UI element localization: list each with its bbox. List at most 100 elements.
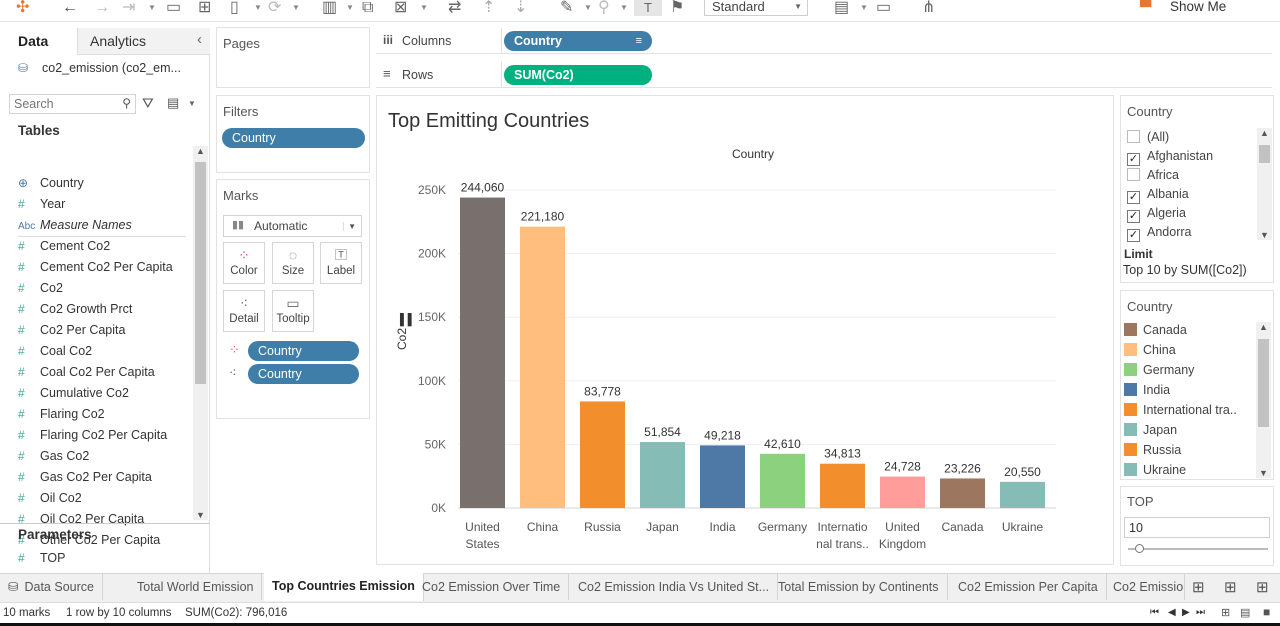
detail-button[interactable]: ⁖ Detail [223,290,265,332]
field-item[interactable]: # Flaring Co2 Per Capita [18,425,167,445]
sort-icon[interactable]: ▐▐ [396,312,412,327]
tableau-logo-icon[interactable]: ✣ [16,0,29,16]
field-item[interactable]: # Coal Co2 Per Capita [18,362,155,382]
share-icon[interactable]: ⋔ [922,0,935,16]
bar[interactable] [460,197,505,509]
filter-pill-country[interactable]: Country [222,128,365,148]
field-item[interactable]: ⊕ Country [18,173,84,193]
group-icon[interactable]: ⚲ [598,0,610,16]
legend-item[interactable]: International tra.. [1124,400,1237,420]
new-datasource-icon[interactable]: ⊞ [198,0,211,16]
legend-item[interactable]: Japan [1124,420,1177,440]
bar[interactable] [1000,481,1045,508]
bar[interactable] [820,463,865,508]
last-page-icon[interactable]: ⏭ [1196,607,1205,618]
new-story-icon[interactable]: ⊞ [1256,578,1269,596]
x-tick-label[interactable]: Russia [584,520,621,534]
field-item[interactable]: # Oil Co2 Per Capita [18,509,144,529]
pin-icon[interactable]: ⚑ [670,0,684,16]
top-parameter-input[interactable] [1124,517,1270,538]
field-search[interactable]: ⚲ [9,94,136,114]
scroll-down-icon[interactable]: ▼ [1260,230,1269,240]
grid-view-icon[interactable]: ⊞ [1221,606,1230,619]
new-dashboard-icon[interactable]: ⊞ [1224,578,1237,596]
new-worksheet-icon[interactable]: ⊞ [1192,578,1205,596]
scroll-up-icon[interactable]: ▲ [1260,128,1269,138]
filter-item[interactable]: ✓ Afghanistan [1127,147,1213,166]
filter-item[interactable]: ✓ Andorra [1127,223,1191,242]
field-item[interactable]: # Cumulative Co2 [18,383,129,403]
color-button[interactable]: ⁘ Color [223,242,265,284]
parameter-top[interactable]: # TOP [18,548,65,568]
sheet-tab[interactable]: Co2 Emission Per Capita [950,574,1107,600]
chevron-down-icon[interactable]: ▼ [860,3,868,12]
checkbox[interactable]: ✓ [1127,153,1140,166]
undo-icon[interactable]: ← [62,0,78,16]
chevron-down-icon[interactable]: ▼ [254,3,262,12]
legend-item[interactable]: Germany [1124,360,1194,380]
show-labels-icon[interactable]: T [634,0,662,16]
sheet-tab[interactable]: Co2 Emissio [1105,574,1185,600]
field-item[interactable]: Abc Measure Names [18,215,132,235]
marks-pill-detail-country[interactable]: Country [248,364,359,384]
scroll-up-icon[interactable]: ▲ [1259,322,1268,332]
redo-icon[interactable]: → [94,0,110,16]
presentation-icon[interactable]: ▭ [876,0,891,16]
bar[interactable] [640,442,685,508]
save-icon[interactable]: ▭ [166,0,181,16]
data-source-tab[interactable]: ⛁ Data Source [0,574,103,600]
field-item[interactable]: # Oil Co2 [18,488,82,508]
tab-view-icon[interactable]: ■ [1263,605,1270,619]
filter-item[interactable]: (All) [1127,128,1169,147]
field-item[interactable]: # Gas Co2 Per Capita [18,467,152,487]
field-item[interactable]: # Cement Co2 [18,236,110,256]
sheet-tab[interactable]: Total World Emission [129,574,263,600]
x-tick-label[interactable]: India [709,520,735,534]
x-tick-label[interactable]: Canada [941,520,983,534]
scrollbar-thumb[interactable] [195,162,206,384]
legend-scrollbar[interactable]: ▲ ▼ [1256,322,1271,478]
field-item[interactable]: # Co2 Per Capita [18,320,125,340]
show-cards-icon[interactable]: ▤ [834,0,849,16]
chevron-down-icon[interactable]: ▼ [620,3,628,12]
mark-type-select[interactable]: ▮▮ Automatic ▼ [223,215,362,237]
search-input[interactable] [10,95,110,113]
show-me-icon[interactable]: ▀ [1140,0,1151,16]
field-item[interactable]: # Year [18,194,65,214]
filter-scrollbar[interactable]: ▲ ▼ [1257,128,1272,240]
pages-shelf[interactable]: Pages [216,27,370,88]
x-tick-label[interactable]: United [885,520,920,534]
new-worksheet-icon[interactable]: ▥ [322,0,337,16]
sheet-tab[interactable]: Top Countries Emission [264,573,424,601]
x-tick-label[interactable]: States [465,537,499,551]
x-tick-label[interactable]: Germany [758,520,807,534]
legend-item[interactable]: China [1124,340,1176,360]
sheet-tab[interactable]: Co2 Emission India Vs United St... [570,574,779,600]
tooltip-button[interactable]: ▭ Tooltip [272,290,314,332]
legend-item[interactable]: Russia [1124,440,1181,460]
sheet-tab[interactable]: Co2 Emission Over Time [414,574,570,600]
size-button[interactable]: ◌ Size [272,242,314,284]
filter-fields-icon[interactable]: ⛛ [142,95,154,112]
first-page-icon[interactable]: ⏮ [1150,607,1159,618]
field-item[interactable]: # Cement Co2 Per Capita [18,257,173,277]
field-item[interactable]: # Coal Co2 [18,341,92,361]
x-tick-label[interactable]: China [527,520,559,534]
filter-item[interactable]: ✓ Albania [1127,185,1189,204]
checkbox[interactable]: ✓ [1127,229,1140,242]
filter-item[interactable]: Africa [1127,166,1179,185]
datasource-name[interactable]: co2_emission (co2_em... [42,61,181,75]
rows-pill-sum-co2[interactable]: SUM(Co2) [504,65,652,85]
swap-icon[interactable]: ⇄ [448,0,461,16]
bar[interactable] [760,453,805,508]
label-button[interactable]: 🅃 Label [320,242,362,284]
tab-analytics[interactable]: Analytics ‹ [77,28,210,55]
bar[interactable] [520,226,565,508]
top-parameter-slider[interactable] [1128,544,1268,553]
field-item[interactable]: # Flaring Co2 [18,404,105,424]
view-options-icon[interactable]: ▤ [167,95,179,111]
chevron-down-icon[interactable]: ▼ [148,3,156,12]
checkbox[interactable] [1127,130,1140,143]
prev-page-icon[interactable]: ◀ [1168,607,1176,618]
chevron-down-icon[interactable]: ▼ [292,3,300,12]
